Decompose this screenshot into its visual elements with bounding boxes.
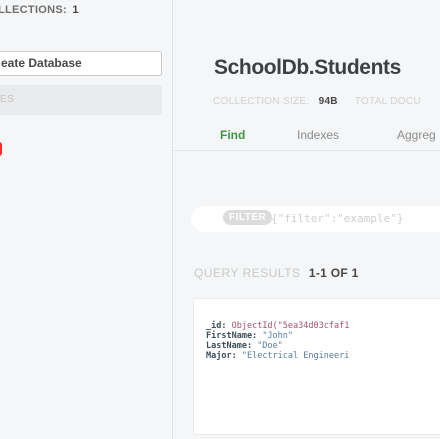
filter-input[interactable]: {"filter":"example"} [271,212,403,225]
tab-find[interactable]: Find [220,128,245,142]
collection-size-label: COLLECTION SIZE: [213,96,310,107]
field-value: "Electrical Engineeri [241,351,350,361]
status-indicator-icon [0,142,2,156]
collection-size-value: 94B [318,96,338,107]
field-key: FirstName: [206,331,258,341]
query-results-label: QUERY RESULTS [194,266,301,280]
document-field: FirstName: "John" [206,331,349,341]
sidebar: LLECTIONS: 1 eate Database ES [0,0,173,439]
create-database-button[interactable]: eate Database [0,51,162,76]
filter-pill: FILTER [223,210,273,225]
query-filter-bar[interactable]: FILTER {"filter":"example"} [191,206,440,232]
query-results-range: 1-1 OF 1 [308,266,359,280]
field-value: "John" [262,331,294,341]
field-key: _id: [206,321,227,331]
document-fields: _id: ObjectId("5ea34d03cfaf1 FirstName: … [206,321,349,361]
collections-count: 1 [72,4,79,16]
collection-stats: COLLECTION SIZE: 94B TOTAL DOCU [213,96,421,107]
document-field: _id: ObjectId("5ea34d03cfaf1 [206,321,349,331]
field-key: LastName: [206,341,253,351]
query-results-header: QUERY RESULTS 1-1 OF 1 [194,266,359,280]
main-panel: SchoolDb.Students COLLECTION SIZE: 94B T… [173,0,440,439]
field-value: ObjectId("5ea34d03cfaf1 [231,321,350,331]
field-value: "Doe" [257,341,283,351]
field-key: Major: [206,351,237,361]
sidebar-filter-input[interactable]: ES [0,85,162,115]
tab-aggregations[interactable]: Aggreg [397,128,436,142]
document-field: LastName: "Doe" [206,341,349,351]
collections-label: LLECTIONS: [0,4,67,16]
document-card[interactable]: _id: ObjectId("5ea34d03cfaf1 FirstName: … [193,298,440,435]
tab-bar: Find Indexes Aggreg [173,120,440,151]
total-documents-label: TOTAL DOCU [354,96,421,107]
page-title: SchoolDb.Students [214,56,401,79]
tab-indexes[interactable]: Indexes [297,128,339,142]
document-field: Major: "Electrical Engineeri [206,351,349,361]
collections-header: LLECTIONS: 1 [0,4,79,16]
